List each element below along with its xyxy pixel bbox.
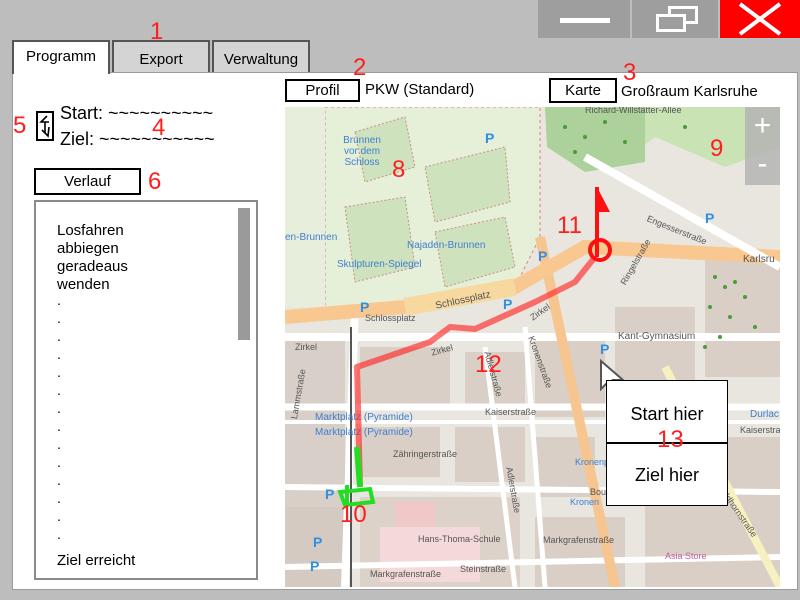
tab-verwaltung-label: Verwaltung <box>223 51 299 68</box>
instruction-placeholder: . <box>57 310 61 326</box>
zoom-out-button[interactable]: - <box>747 147 778 183</box>
instruction-placeholder: . <box>57 526 61 542</box>
instruction-items: Losfahren abbiegen geradeaus wenden........… <box>57 222 128 546</box>
instruction-item[interactable]: Losfahren <box>57 222 128 240</box>
annotation-3: 3 <box>623 59 637 86</box>
start-field[interactable]: Start: ~~~~~~~~~~ <box>60 103 213 124</box>
tab-export-label: Export <box>139 51 183 68</box>
instruction-placeholder: . <box>57 490 61 506</box>
instruction-placeholder: . <box>57 382 61 398</box>
instruction-item[interactable]: wenden <box>57 276 128 294</box>
map-button[interactable]: Karte <box>549 78 617 103</box>
swap-arrows-icon <box>39 115 50 138</box>
instruction-placeholder: . <box>57 436 61 452</box>
close-button[interactable] <box>720 0 800 38</box>
annotation-13: 13 <box>657 426 684 453</box>
history-button[interactable]: Verlauf <box>34 168 141 195</box>
instruction-item[interactable]: abbiegen <box>57 240 128 258</box>
annotation-1: 1 <box>150 18 164 45</box>
close-icon <box>738 2 782 36</box>
instruction-end: Ziel erreicht <box>57 552 136 569</box>
profile-button[interactable]: Profil <box>285 79 360 102</box>
annotation-12: 12 <box>475 351 502 378</box>
instruction-item[interactable]: geradeaus <box>57 258 128 276</box>
annotation-2: 2 <box>353 54 367 81</box>
minimize-icon <box>560 18 610 23</box>
context-ziel-here[interactable]: Ziel hier <box>607 444 727 506</box>
instruction-placeholder: . <box>57 418 61 434</box>
annotation-6: 6 <box>148 168 162 195</box>
swap-icon[interactable] <box>36 111 54 141</box>
map-region-value: Großraum Karlsruhe <box>621 83 758 100</box>
instruction-placeholder: . <box>57 508 61 524</box>
zoom-control: + - <box>745 107 780 185</box>
profile-value: PKW (Standard) <box>365 81 475 98</box>
zoom-in-button[interactable]: + <box>747 109 778 145</box>
maximize-button[interactable] <box>632 0 718 38</box>
annotation-8: 8 <box>392 156 406 183</box>
annotation-10: 10 <box>340 501 367 528</box>
annotation-11: 11 <box>557 212 582 239</box>
minimize-button[interactable] <box>538 0 630 38</box>
annotation-9: 9 <box>710 135 724 162</box>
instruction-placeholder: . <box>57 328 61 344</box>
app-window: Programm Export Verwaltung 1 2 3 4 5 6 7… <box>0 0 800 600</box>
instruction-list[interactable]: Losfahren abbiegen geradeaus wenden........… <box>34 200 258 580</box>
tab-verwaltung[interactable]: Verwaltung <box>212 40 310 72</box>
tab-programm[interactable]: Programm <box>12 40 110 74</box>
annotation-5: 5 <box>13 112 27 139</box>
list-scrollbar[interactable] <box>238 208 250 340</box>
instruction-placeholder: . <box>57 454 61 470</box>
instruction-placeholder: . <box>57 346 61 362</box>
destination-flag-icon <box>588 187 612 262</box>
instruction-placeholder: . <box>57 472 61 488</box>
map-view[interactable]: PPP PPP PPP Brunnen vor dem Schloss en-B… <box>285 107 780 587</box>
instruction-placeholder: . <box>57 292 61 308</box>
instruction-placeholder: . <box>57 364 61 380</box>
ziel-field[interactable]: Ziel: ~~~~~~~~~~~ <box>60 129 215 150</box>
instruction-placeholder: . <box>57 400 61 416</box>
